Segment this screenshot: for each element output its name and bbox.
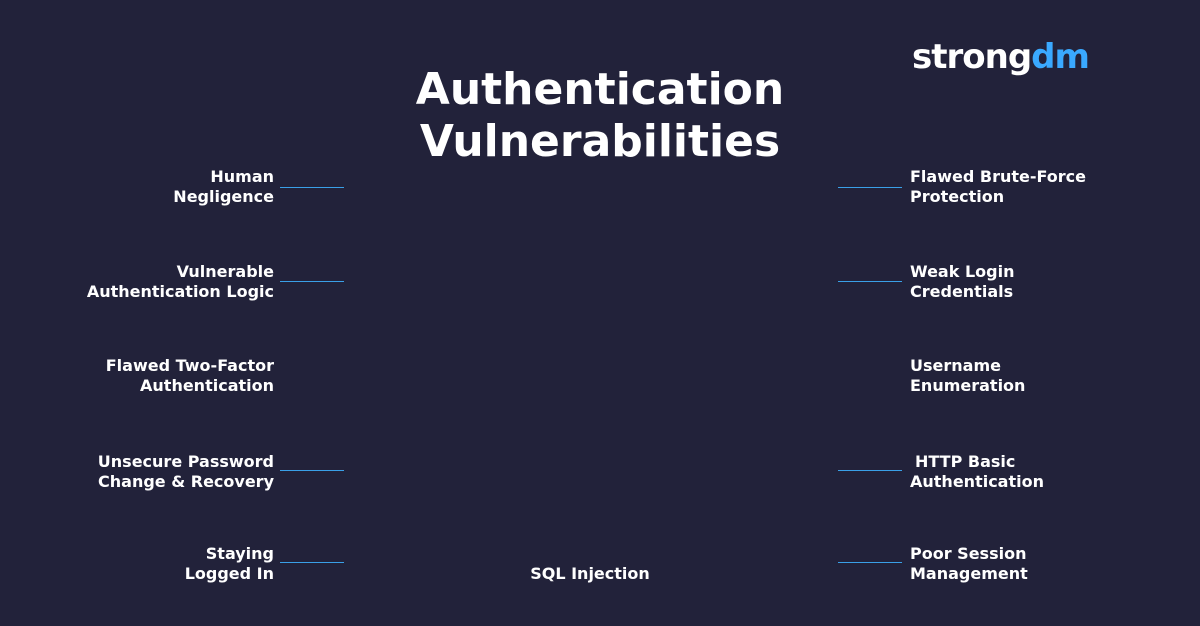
connector-line	[838, 470, 902, 471]
logo-text-dm: dm	[1031, 37, 1090, 77]
label-http-basic-authentication: HTTP Basic Authentication	[910, 452, 1185, 492]
label-poor-session-management: Poor Session Management	[910, 544, 1180, 584]
label-staying-logged-in: Staying Logged In	[4, 544, 274, 584]
label-line: HTTP Basic	[915, 452, 1016, 471]
label-sql-injection: SQL Injection	[530, 564, 650, 583]
label-line: Flawed Brute-Force	[910, 167, 1086, 186]
label-line: Enumeration	[910, 376, 1026, 395]
connector-line	[838, 187, 902, 188]
label-line: Protection	[910, 187, 1005, 206]
label-line: Human	[210, 167, 274, 186]
label-line: Logged In	[184, 564, 274, 583]
connector-line	[838, 562, 902, 563]
label-line: Username	[910, 356, 1001, 375]
label-line: Vulnerable	[176, 262, 274, 281]
label-vulnerable-authentication-logic: Vulnerable Authentication Logic	[4, 262, 274, 302]
label-line: Negligence	[173, 187, 274, 206]
label-unsecure-password-change: Unsecure Password Change & Recovery	[4, 452, 274, 492]
label-line: Credentials	[910, 282, 1014, 301]
label-line: Staying	[205, 544, 274, 563]
label-line: Unsecure Password	[97, 452, 274, 471]
label-username-enumeration: Username Enumeration	[910, 356, 1180, 396]
label-line: Flawed Two-Factor	[105, 356, 274, 375]
strongdm-logo: strongdm	[912, 37, 1090, 77]
label-human-negligence: Human Negligence	[4, 167, 274, 207]
connector-line	[280, 187, 344, 188]
logo-text-strong: strong	[912, 37, 1032, 77]
label-line: Change & Recovery	[98, 472, 274, 491]
label-weak-login-credentials: Weak Login Credentials	[910, 262, 1180, 302]
label-line: Authentication	[140, 376, 274, 395]
label-flawed-brute-force-protection: Flawed Brute-Force Protection	[910, 167, 1180, 207]
connector-line	[280, 562, 344, 563]
label-line: Poor Session	[910, 544, 1027, 563]
connector-line	[280, 281, 344, 282]
connector-line	[280, 470, 344, 471]
label-line: Authentication Logic	[86, 282, 274, 301]
title-line-1: Authentication	[415, 64, 785, 115]
title-line-2: Vulnerabilities	[419, 116, 781, 167]
connector-line	[838, 281, 902, 282]
diagram-title: Authentication Vulnerabilities	[300, 64, 900, 168]
label-line: Authentication	[910, 472, 1044, 491]
label-line: Management	[910, 564, 1028, 583]
label-flawed-two-factor-authentication: Flawed Two-Factor Authentication	[4, 356, 274, 396]
label-line: Weak Login	[910, 262, 1015, 281]
